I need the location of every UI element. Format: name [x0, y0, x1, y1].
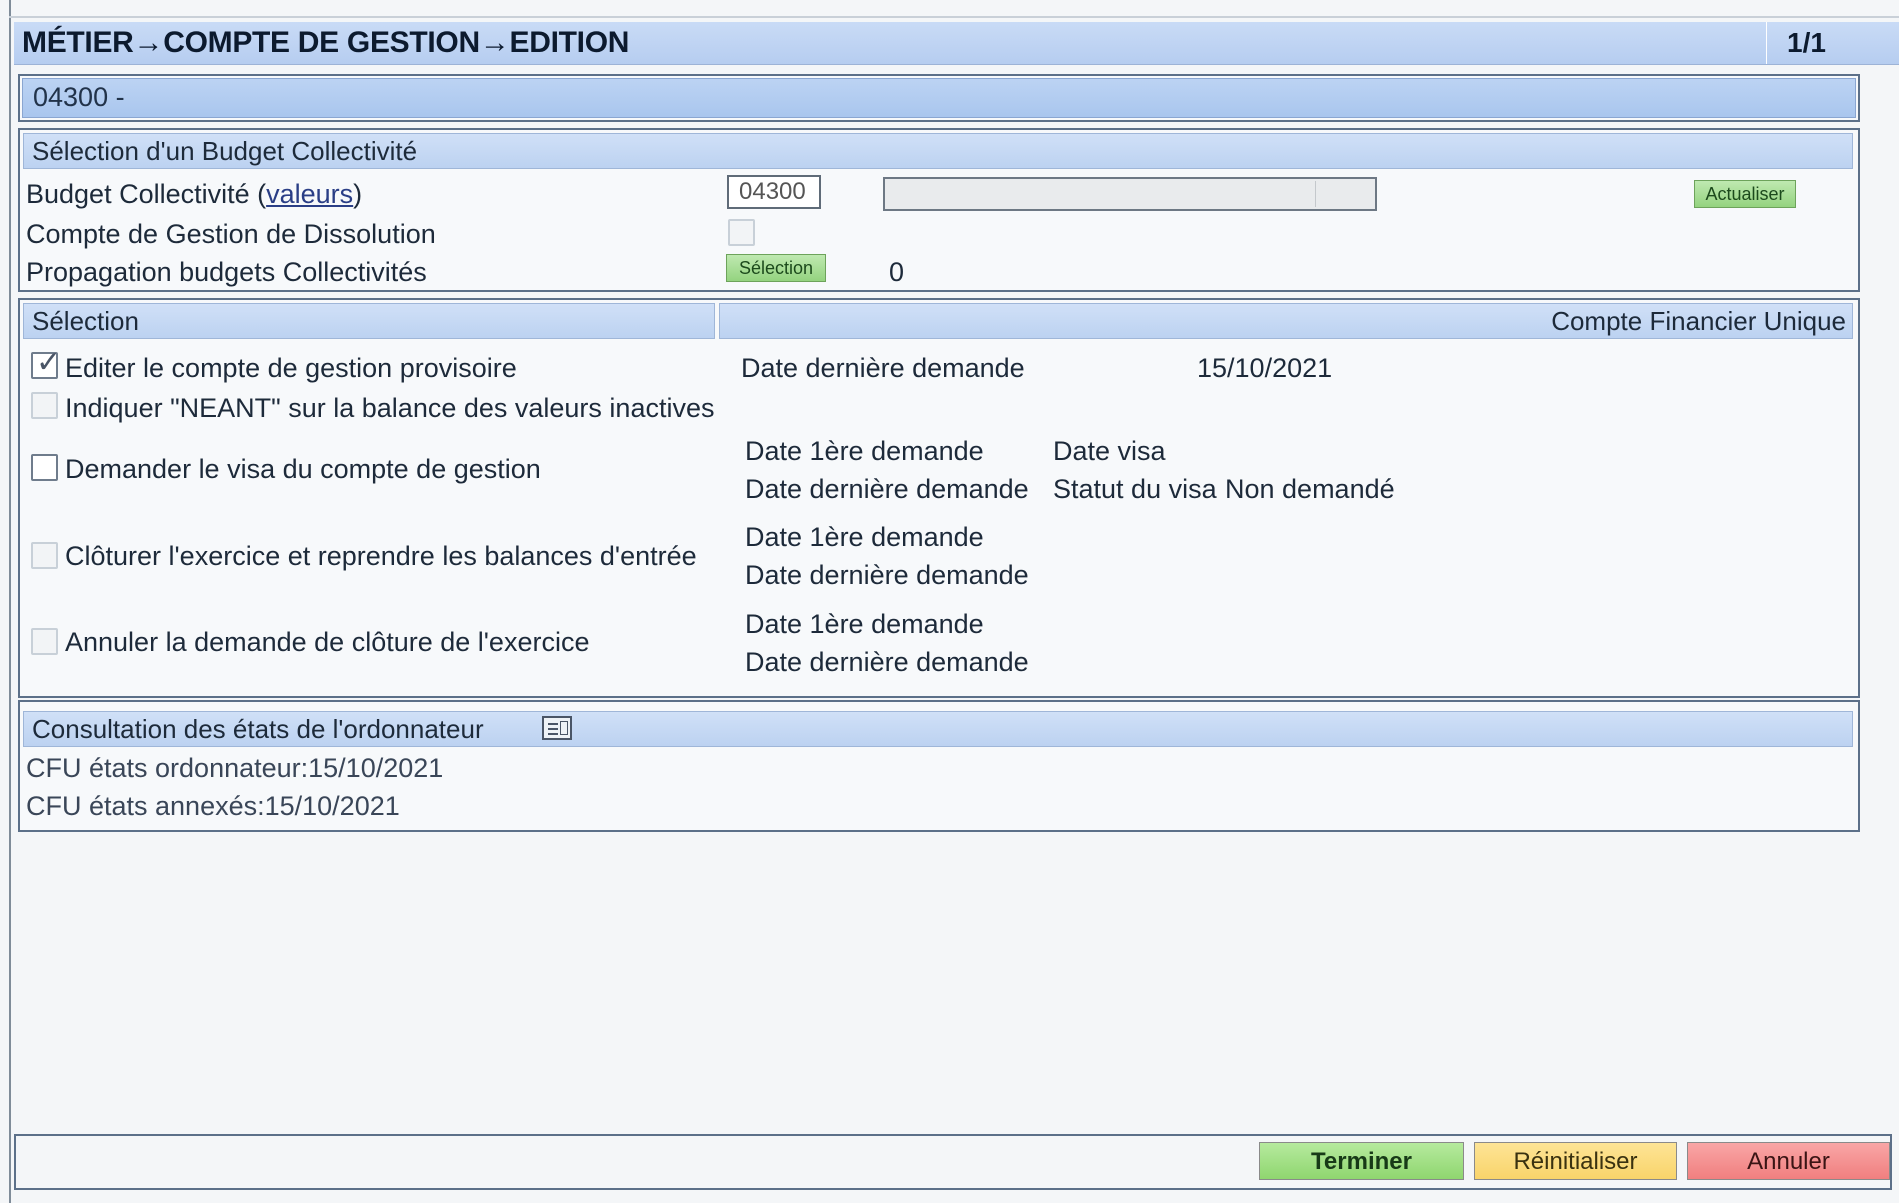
propagation-label: Propagation budgets Collectivités [26, 257, 427, 287]
visa-status-label: Statut du visa [1053, 474, 1217, 504]
window-left-border [9, 0, 11, 1203]
budget-section-header: Sélection d'un Budget Collectivité [23, 133, 1853, 169]
reset-button[interactable]: Réinitialiser [1474, 1142, 1677, 1180]
cfu-title: Compte Financier Unique [1551, 306, 1846, 336]
budget-name-field-divider [1315, 181, 1316, 207]
budget-label-prefix: Budget Collectivité ( [26, 179, 267, 209]
cancel-closure-label: Annuler la demande de clôture de l'exerc… [65, 627, 590, 657]
edit-last-request-label: Date dernière demande [741, 353, 1025, 383]
edit-provisional-label: Editer le compte de gestion provisoire [65, 353, 517, 383]
close-last-request-label: Date dernière demande [745, 560, 1029, 590]
entity-bar: 04300 - [22, 78, 1856, 118]
finish-button[interactable]: Terminer [1259, 1142, 1464, 1180]
window-top-border [9, 16, 1899, 18]
cancel-first-request-label: Date 1ère demande [745, 609, 984, 639]
consultation-section: Consultation des états de l'ordonnateur … [18, 700, 1860, 832]
selection-header-title: Sélection [32, 306, 139, 336]
entity-box: 04300 - [18, 74, 1860, 122]
edit-provisional-checkbox[interactable]: ✓ [31, 348, 61, 379]
neant-checkbox[interactable] [31, 392, 58, 419]
entity-code: 04300 - [33, 82, 125, 112]
neant-label: Indiquer "NEANT" sur la balance des vale… [65, 393, 715, 423]
refresh-button[interactable]: Actualiser [1694, 180, 1796, 208]
dissolution-label: Compte de Gestion de Dissolution [26, 219, 436, 249]
visa-date-label: Date visa [1053, 436, 1166, 466]
selection-button[interactable]: Sélection [726, 254, 826, 282]
values-link[interactable]: valeurs [266, 179, 353, 209]
cancel-closure-checkbox[interactable] [31, 628, 58, 655]
cfu-annexes-line: CFU états annexés:15/10/2021 [26, 791, 400, 821]
budget-label-suffix: ) [353, 179, 363, 209]
print-preview-icon[interactable] [542, 716, 572, 740]
close-first-request-label: Date 1ère demande [745, 522, 984, 552]
budget-label: Budget Collectivité (valeurs) [26, 179, 362, 210]
budget-section-title: Sélection d'un Budget Collectivité [32, 136, 418, 166]
consultation-header: Consultation des états de l'ordonnateur [23, 711, 1853, 747]
visa-first-request-label: Date 1ère demande [745, 436, 984, 466]
selection-header-left: Sélection [23, 303, 715, 339]
page-title: MÉTIER→COMPTE DE GESTION→EDITION [22, 26, 630, 59]
cfu-ordonnateur-line: CFU états ordonnateur:15/10/2021 [26, 753, 444, 783]
checkmark-icon: ✓ [36, 346, 62, 379]
visa-label: Demander le visa du compte de gestion [65, 454, 541, 484]
budget-code-value: 04300 [739, 178, 806, 205]
footer-bar: Terminer Réinitialiser Annuler [14, 1134, 1892, 1190]
cancel-last-request-label: Date dernière demande [745, 647, 1029, 677]
print-preview-icon-lines [548, 723, 558, 725]
print-preview-icon-grid [560, 721, 568, 735]
cancel-button[interactable]: Annuler [1687, 1142, 1890, 1180]
visa-checkbox[interactable] [31, 454, 58, 481]
visa-status-value: Non demandé [1225, 474, 1395, 504]
visa-last-request-label: Date dernière demande [745, 474, 1029, 504]
edit-last-request-value: 15/10/2021 [1197, 353, 1333, 383]
title-divider [1766, 22, 1767, 64]
consultation-title: Consultation des états de l'ordonnateur [32, 714, 484, 744]
selection-header-right: Compte Financier Unique [719, 303, 1853, 339]
budget-section: Sélection d'un Budget Collectivité Budge… [18, 128, 1860, 292]
budget-code-input[interactable]: 04300 [727, 175, 821, 209]
selection-section: Sélection Compte Financier Unique ✓ Edit… [18, 298, 1860, 698]
title-bar: MÉTIER→COMPTE DE GESTION→EDITION 1/1 [14, 22, 1899, 65]
page-count: 1/1 [1787, 27, 1826, 58]
close-exercise-checkbox[interactable] [31, 542, 58, 569]
propagation-count: 0 [889, 257, 905, 287]
budget-name-field [883, 177, 1377, 211]
close-exercise-label: Clôturer l'exercice et reprendre les bal… [65, 541, 697, 571]
dissolution-checkbox[interactable] [728, 219, 755, 246]
